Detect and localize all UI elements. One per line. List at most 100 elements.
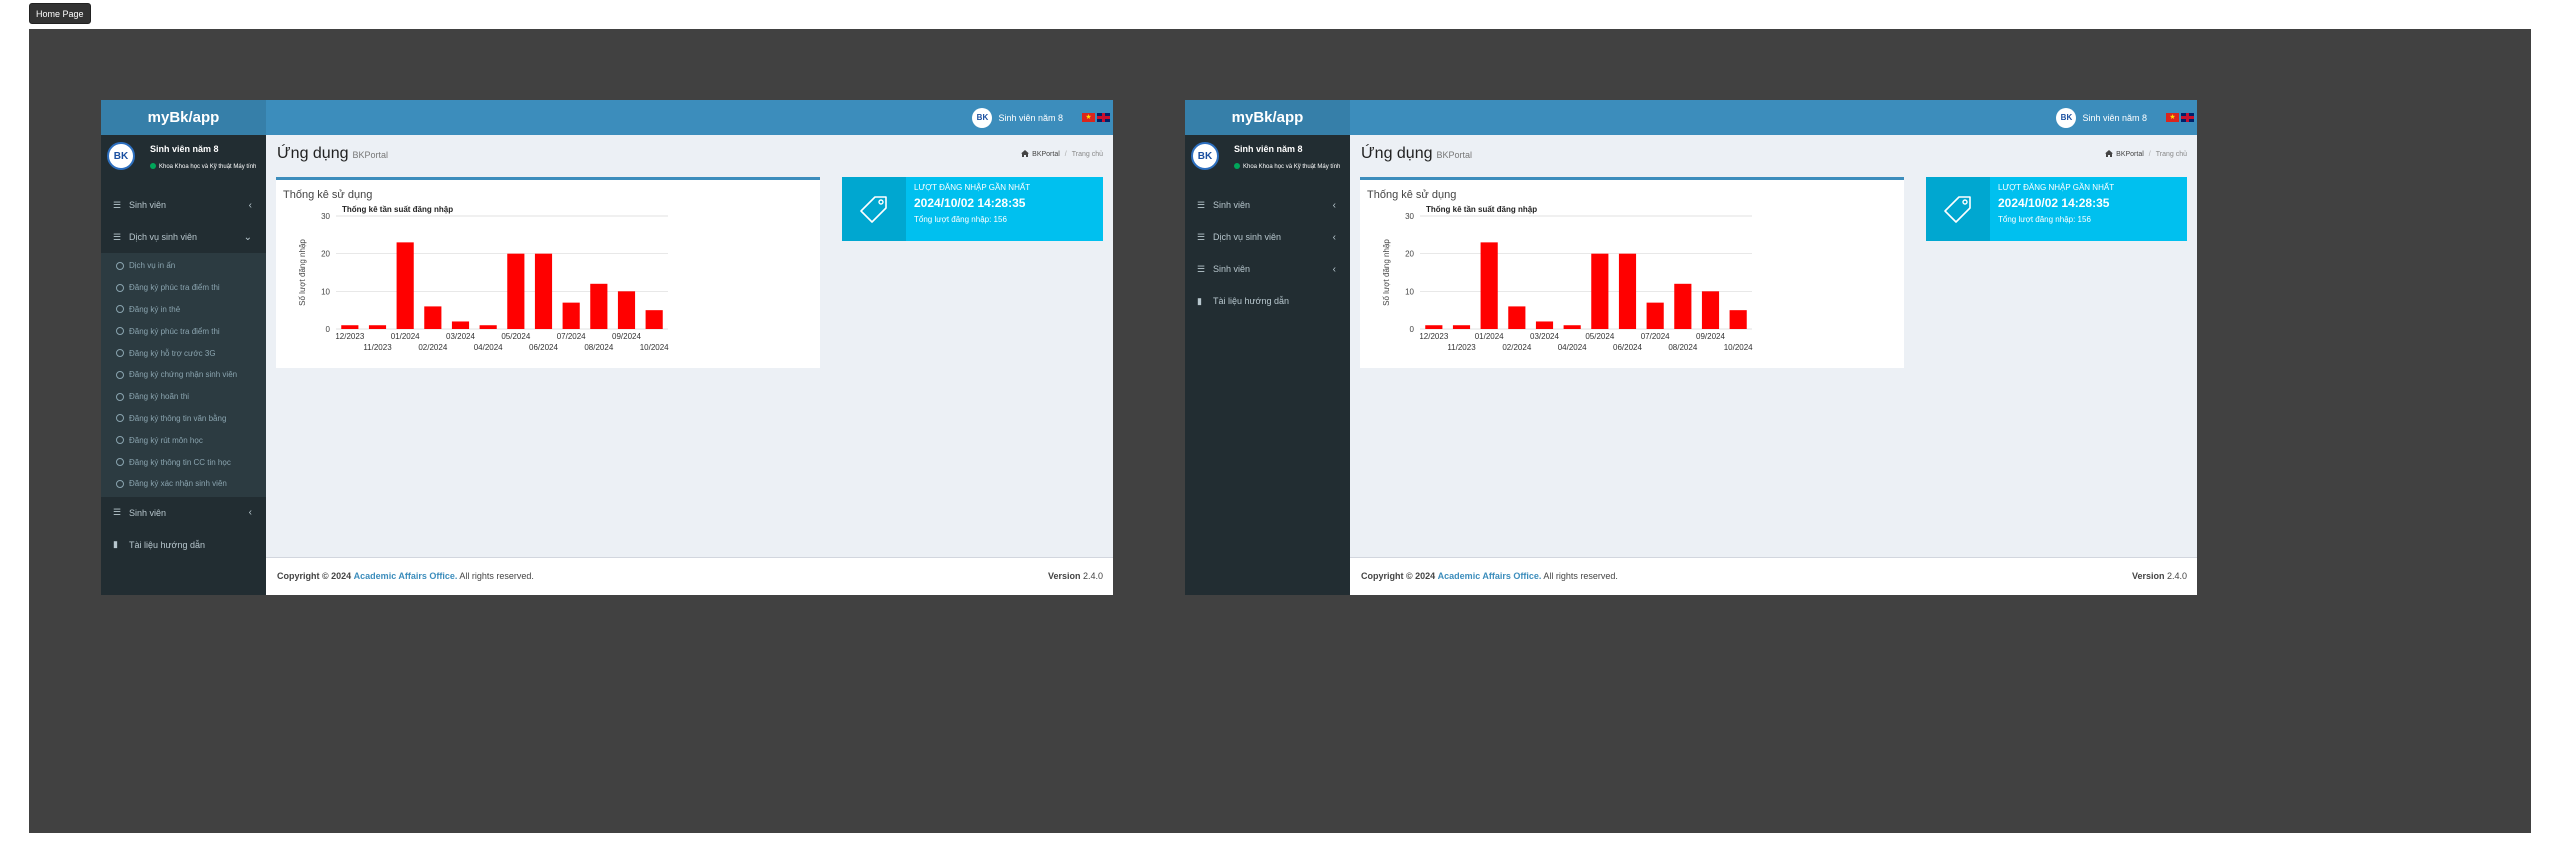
y-tick-label: 20 [1405,250,1414,259]
home-page-button[interactable]: Home Page [29,3,91,24]
submenu-item-label: Đăng ký in thẻ [129,304,181,314]
chevron-left-icon: ‹ [248,507,252,519]
submenu-item[interactable]: Đăng ký rút môn học [101,429,266,451]
login-frequency-chart: Thống kê tần suất đăng nhập 0 10 20 30 Số lượ… [1382,205,1753,352]
sidebar: BK Sinh viên năm 8 Khoa Khoa học và Kỹ t… [1185,135,1350,595]
breadcrumb-current: Trang chủ [2155,151,2187,158]
chart-bar [1646,302,1664,329]
online-status-icon [150,163,156,170]
top-user-name: Sinh viên năm 8 [2082,112,2147,123]
submenu-item[interactable]: Đăng ký hỗ trợ cước 3G [101,342,266,364]
app-logo[interactable]: myBk/app [101,100,266,135]
top-user-menu[interactable]: BK Sinh viên năm 8 [972,100,1063,135]
online-status-icon [1234,163,1240,170]
chart-bar [617,291,636,329]
total-logins: Tổng lượt đăng nhập: 156 [1998,215,2091,224]
submenu-item[interactable]: Đăng ký thông tin CC tin học [101,451,266,473]
submenu-item[interactable]: Đăng ký xác nhận sinh viên [101,473,266,495]
page-title-text: Ứng dụng [1361,145,1433,162]
circle-icon [116,414,124,423]
x-tick-label: 02/2024 [1502,343,1531,352]
version-info: Version 2.4.0 [1048,571,1103,581]
tag-icon [860,196,887,223]
y-tick-label: 30 [321,212,330,221]
submenu-item[interactable]: Đăng ký chứng nhận sinh viên [101,364,266,386]
usage-stats-box: Thống kê sử dụng Thống kê tần suất đăng … [1360,177,1904,368]
last-login-info-box: Lượt đăng nhập gần nhất 2024/10/02 14:28… [842,177,1103,241]
dich-vu-submenu: Dịch vụ in ấn Đăng ký phúc tra điểm thi Đă… [101,253,266,497]
submenu-item-label: Đăng ký rút môn học [129,435,203,445]
sidebar-user-dept: Khoa Khoa học và Kỹ thuật Máy tính [1234,163,1348,171]
top-user-menu[interactable]: BK Sinh viên năm 8 [2056,100,2147,135]
chart-bar [1618,253,1637,329]
version-number: 2.4.0 [1082,571,1103,581]
sidebar-item-tai-lieu[interactable]: ▮ Tài liệu hướng dẫn [101,529,266,561]
chart-bar [1508,306,1526,329]
circle-icon [116,305,124,314]
circle-icon [116,436,124,445]
academic-affairs-link[interactable]: Academic Affairs Office. [354,571,458,581]
chart-bar [1535,321,1554,329]
app-panel-left: myBk/app BK Sinh viên năm 8 ★ BK Sinh vi… [101,100,1113,595]
version-label: Version [1047,571,1081,581]
submenu-item[interactable]: Đăng ký phúc tra điểm thi [101,320,266,342]
vietnam-flag-icon[interactable]: ★ [2166,113,2179,122]
chart-bar [507,253,525,329]
info-label: Lượt đăng nhập gần nhất [1998,183,2115,192]
version-number: 2.4.0 [2166,571,2187,581]
submenu-item[interactable]: Đăng ký thông tin văn bằng [101,408,266,430]
language-switcher: ★ [1082,113,1110,122]
total-logins: Tổng lượt đăng nhập: 156 [914,215,1007,224]
x-tick-label: 06/2024 [1613,343,1642,352]
chart-bar [396,242,414,329]
page-title: Ứng dụng BKPortal [1361,145,1472,163]
home-icon [1021,150,1030,157]
sidebar-item-dich-vu-sinh-vien[interactable]: ☰ Dịch vụ sinh viên ⌄ [101,221,266,253]
submenu-item[interactable]: Dịch vụ in ấn [101,255,266,277]
sidebar-item-sinh-vien-2[interactable]: ☰ Sinh viên ‹ [101,497,266,529]
sidebar-item-sinh-vien[interactable]: ☰ Sinh viên ‹ [101,189,266,221]
x-tick-label: 01/2024 [1475,332,1504,341]
sidebar-item-sinh-vien-2[interactable]: ☰ Sinh viên ‹ [1185,253,1350,285]
sidebar-item-sinh-vien[interactable]: ☰ Sinh viên ‹ [1185,189,1350,221]
submenu-item-label: Đăng ký xác nhận sinh viên [129,479,227,489]
submenu-item[interactable]: Đăng ký phúc tra điểm thi [101,277,266,299]
breadcrumb-home[interactable]: BKPortal [1032,151,1060,158]
copyright: Copyright © 2024 Academic Affairs Office… [277,571,534,581]
book-icon: ▮ [1197,295,1202,306]
sidebar-item-dich-vu-sinh-vien[interactable]: ☰ Dịch vụ sinh viên ‹ [1185,221,1350,253]
chart-bar [479,325,497,329]
top-navbar: myBk/app BK Sinh viên năm 8 ★ [101,100,1113,135]
submenu-item-label: Đăng ký thông tin văn bằng [129,413,227,423]
circle-icon [116,370,124,379]
breadcrumb-home[interactable]: BKPortal [2116,151,2144,158]
chevron-left-icon: ‹ [1332,231,1336,243]
chart-bar [590,283,608,329]
chevron-left-icon: ‹ [1332,199,1336,211]
uk-flag-icon[interactable] [1097,113,1110,122]
academic-affairs-link[interactable]: Academic Affairs Office. [1438,571,1542,581]
page-subtitle: BKPortal [1436,150,1473,160]
copyright-suffix: All rights reserved. [1543,571,1618,581]
y-tick-label: 20 [321,250,330,259]
x-tick-label: 09/2024 [1696,332,1725,341]
menu-item-label: Sinh viên [1213,264,1251,274]
y-tick-label: 10 [321,287,330,296]
x-tick-label: 10/2024 [1724,343,1753,352]
info-icon-area [1926,177,1990,241]
submenu-item[interactable]: Đăng ký hoãn thi [101,386,266,408]
last-login-time: 2024/10/02 14:28:35 [1998,196,2110,210]
submenu-item-label: Đăng ký phúc tra điểm thi [129,283,220,293]
chart-bar [1701,291,1720,329]
user-avatar: BK [1191,142,1219,170]
submenu-item[interactable]: Đăng ký in thẻ [101,299,266,321]
uk-flag-icon[interactable] [2181,113,2194,122]
menu-item-label: Sinh viên [129,200,167,210]
vietnam-flag-icon[interactable]: ★ [1082,113,1095,122]
footer: Copyright © 2024 Academic Affairs Office… [266,557,1113,595]
y-tick-label: 0 [1410,325,1415,334]
user-panel: BK Sinh viên năm 8 Khoa Khoa học và Kỹ t… [1185,135,1350,185]
book-icon: ▮ [113,539,118,550]
sidebar-item-tai-lieu[interactable]: ▮ Tài liệu hướng dẫn [1185,285,1350,317]
app-logo[interactable]: myBk/app [1185,100,1350,135]
